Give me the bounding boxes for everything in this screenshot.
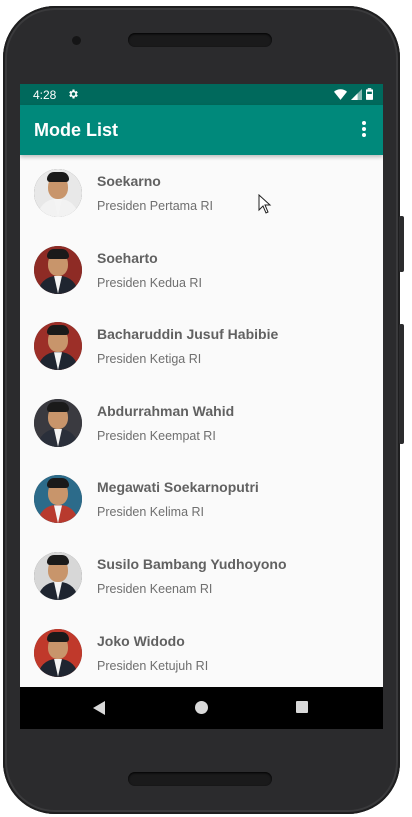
top-speaker [128, 33, 272, 47]
list-item[interactable]: Bacharuddin Jusuf Habibie Presiden Ketiga… [20, 308, 383, 385]
list-item[interactable]: Soekarno Presiden Pertama RI [20, 155, 383, 232]
list-item-description: Presiden Keempat RI [97, 428, 216, 443]
list-item-name: Soeharto [97, 249, 158, 266]
page-title: Mode List [34, 120, 118, 140]
list-item-description: Presiden Ketiga RI [97, 352, 202, 367]
list-item-name: Bacharuddin Jusuf Habibie [97, 326, 279, 343]
avatar [34, 398, 82, 447]
mouse-cursor-icon [258, 194, 272, 214]
list-item-name: Megawati Soekarnoputri [97, 479, 259, 496]
list-item-description: Presiden Kedua RI [97, 275, 202, 290]
list-item-description: Presiden Kelima RI [97, 505, 204, 520]
overflow-menu-icon[interactable] [357, 119, 371, 141]
avatar [34, 551, 82, 600]
status-bar: 4:28 [20, 84, 383, 105]
screen: 4:28 Mode List Soekarno Presiden Pertama … [20, 84, 383, 729]
status-time: 4:28 [33, 88, 57, 102]
avatar [34, 245, 82, 294]
list-item-description: Presiden Ketujuh RI [97, 658, 209, 673]
avatar [34, 628, 82, 677]
list-item-name: Joko Widodo [97, 632, 185, 649]
list-item-description: Presiden Keenam RI [97, 581, 213, 596]
list-item-name: Soekarno [97, 173, 161, 189]
list-item[interactable]: Joko Widodo Presiden Ketujuh RI [20, 615, 383, 692]
avatar [34, 322, 82, 371]
avatar [34, 169, 82, 217]
bottom-speaker [128, 772, 272, 786]
wifi-icon [334, 88, 347, 100]
list-item-name: Abdurrahman Wahid [97, 402, 235, 419]
battery-icon [366, 88, 373, 100]
list-item[interactable]: Soeharto Presiden Kedua RI [20, 232, 383, 309]
list-item-name: Susilo Bambang Yudhoyono [97, 555, 287, 572]
front-camera [72, 36, 81, 45]
list-item[interactable]: Abdurrahman Wahid Presiden Keempat RI [20, 385, 383, 462]
president-list: Soekarno Presiden Pertama RI Soeharto Presi… [20, 155, 383, 691]
home-icon[interactable] [195, 701, 208, 714]
power-button [399, 216, 404, 272]
back-icon[interactable] [93, 701, 105, 715]
navigation-bar [20, 687, 383, 729]
volume-button [399, 324, 404, 444]
signal-icon [351, 88, 362, 100]
recents-icon[interactable] [296, 701, 308, 713]
avatar [34, 475, 82, 524]
list-item[interactable]: Megawati Soekarnoputri Presiden Kelima RI [20, 461, 383, 538]
gear-icon [69, 89, 78, 99]
list-item[interactable]: Susilo Bambang Yudhoyono Presiden Keenam … [20, 538, 383, 615]
app-bar: Mode List [20, 105, 383, 155]
list-item-description: Presiden Pertama RI [97, 199, 214, 213]
